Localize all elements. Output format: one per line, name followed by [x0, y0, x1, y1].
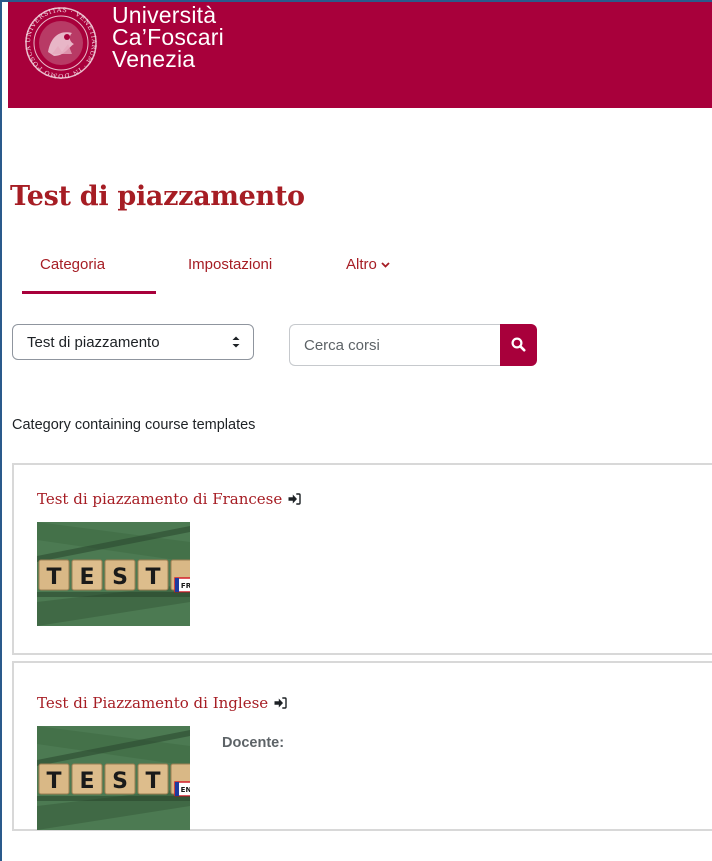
course-image[interactable]: T E S T FR — [37, 522, 190, 626]
course-title-text: Test di Piazzamento di Inglese — [37, 694, 269, 712]
svg-text:E: E — [79, 565, 94, 590]
active-tab-indicator — [22, 291, 156, 294]
search-button[interactable] — [500, 324, 537, 366]
svg-text:T: T — [46, 565, 61, 590]
course-card: Test di piazzamento di Francese T E S T … — [12, 463, 712, 655]
university-seal-logo[interactable]: UNIVERSITAS · VENETIARUM · IN DOMO FOSCA… — [21, 0, 98, 80]
brand-line-1: Università — [112, 2, 217, 28]
brand-line-3: Venezia — [112, 46, 196, 72]
category-description: Category containing course templates — [12, 417, 256, 433]
teacher-label: Docente: — [222, 735, 285, 751]
course-title-text: Test di piazzamento di Francese — [37, 490, 283, 508]
course-title-link[interactable]: Test di Piazzamento di Inglese — [37, 694, 287, 713]
search-courses-input[interactable] — [289, 324, 501, 366]
chevron-down-icon — [381, 259, 390, 271]
tab-label: Categoria — [40, 256, 106, 273]
category-select-value: Test di piazzamento — [27, 334, 160, 351]
course-card: Test di Piazzamento di Inglese T E S T E… — [12, 661, 712, 831]
tab-categoria[interactable]: Categoria — [40, 256, 105, 273]
svg-text:E: E — [79, 769, 94, 794]
svg-text:T: T — [46, 769, 61, 794]
svg-text:T: T — [145, 565, 160, 590]
course-title-link[interactable]: Test di piazzamento di Francese — [37, 490, 301, 509]
secondary-navigation: Categoria Impostazioni Altro — [22, 242, 442, 296]
site-header: UNIVERSITAS · VENETIARUM · IN DOMO FOSCA… — [8, 0, 712, 108]
svg-text:EN: EN — [181, 786, 190, 794]
tab-label: Impostazioni — [188, 256, 273, 273]
svg-text:S: S — [112, 769, 128, 794]
tab-label: Altro — [346, 256, 377, 273]
category-select[interactable]: Test di piazzamento — [12, 324, 254, 360]
course-image[interactable]: T E S T EN — [37, 726, 190, 830]
tab-impostazioni[interactable]: Impostazioni — [188, 256, 272, 273]
svg-text:FR: FR — [181, 582, 190, 590]
tab-altro[interactable]: Altro — [346, 256, 390, 273]
svg-text:S: S — [112, 565, 128, 590]
search-icon — [511, 337, 526, 352]
brand-line-2: Ca’Foscari — [112, 24, 224, 50]
page-title: Test di piazzamento — [10, 181, 305, 212]
self-enrol-icon — [288, 491, 301, 509]
self-enrol-icon — [274, 695, 287, 713]
select-arrows-icon — [229, 331, 243, 353]
university-name[interactable]: Università Ca’Foscari Venezia — [112, 2, 224, 72]
svg-text:T: T — [145, 769, 160, 794]
